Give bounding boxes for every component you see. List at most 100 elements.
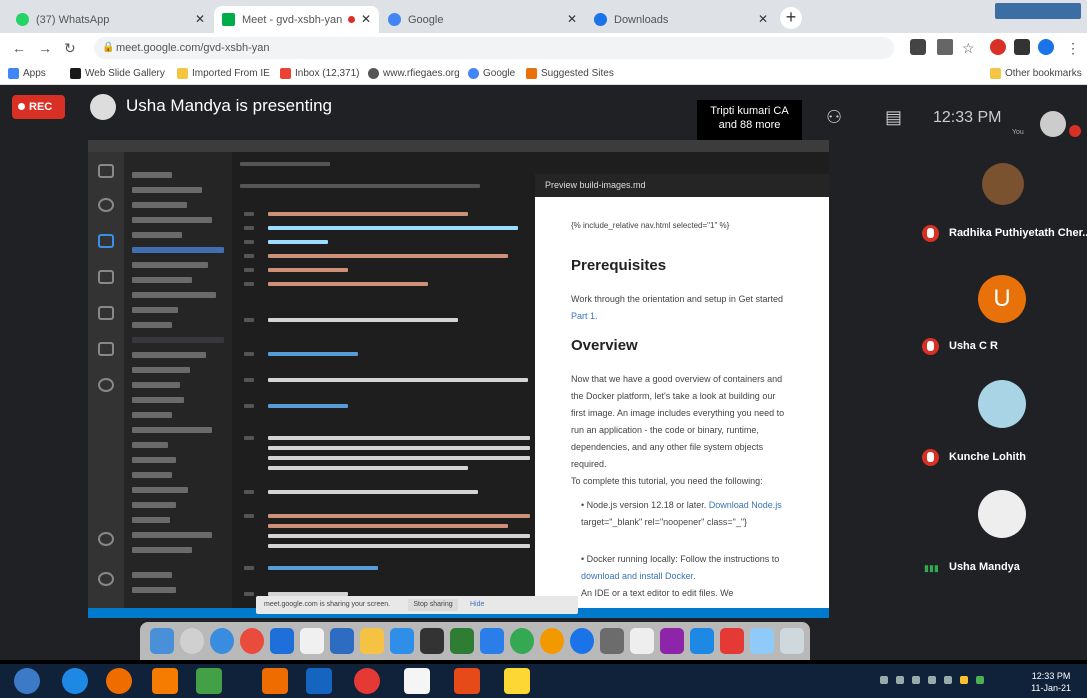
puzzle-icon[interactable] bbox=[1014, 39, 1030, 55]
presenting-title: Usha Mandya is presenting bbox=[126, 96, 333, 115]
lock-icon: 🔒 bbox=[102, 42, 115, 53]
clock-time: 12:33 PM bbox=[1031, 671, 1071, 681]
download-icon bbox=[594, 13, 607, 26]
explorer-line bbox=[132, 292, 216, 298]
mac-dock bbox=[140, 622, 810, 660]
bookmark-inbox[interactable]: Inbox (12,371) bbox=[280, 68, 360, 79]
close-icon[interactable]: ✕ bbox=[361, 12, 371, 26]
extension-icon[interactable] bbox=[990, 39, 1006, 55]
code-line bbox=[268, 212, 468, 216]
firefox-icon bbox=[540, 628, 564, 654]
explorer-line bbox=[132, 532, 212, 538]
forward-icon[interactable]: → bbox=[38, 40, 52, 56]
prerequisites-text: Work through the orientation and setup i… bbox=[571, 294, 783, 304]
code-line bbox=[268, 378, 528, 382]
chat-icon[interactable]: ▤ bbox=[885, 107, 902, 128]
reload-icon[interactable]: ↻ bbox=[64, 40, 76, 57]
gmail-icon bbox=[280, 68, 291, 79]
explorer-line bbox=[132, 442, 168, 448]
ie-icon[interactable] bbox=[62, 668, 88, 694]
excel-icon[interactable] bbox=[196, 668, 222, 694]
key-icon[interactable] bbox=[937, 39, 953, 55]
bookmark-label: www.rfiegaes.org bbox=[383, 68, 460, 79]
start-button[interactable] bbox=[14, 668, 40, 694]
bookmark-google[interactable]: Google bbox=[468, 68, 515, 79]
markdown-preview: {% include_relative nav.html selected="1… bbox=[535, 197, 829, 618]
download-node-link[interactable]: Download Node.js bbox=[709, 500, 782, 510]
participant-name: Usha Mandya bbox=[949, 561, 1020, 573]
explorer-line bbox=[132, 217, 212, 223]
tray-icon[interactable] bbox=[976, 676, 984, 684]
sharing-notification: meet.google.com is sharing your screen. … bbox=[256, 596, 578, 614]
camera-icon[interactable] bbox=[910, 39, 926, 55]
bookmark-web-slide[interactable]: Web Slide Gallery bbox=[70, 68, 165, 79]
bookmark-rfiegaes[interactable]: www.rfiegaes.org bbox=[368, 68, 460, 79]
firefox-icon[interactable] bbox=[106, 668, 132, 694]
install-docker-link[interactable]: download and install Docker. bbox=[581, 571, 696, 581]
raised-hand-note[interactable]: Tripti kumari CA and 88 more bbox=[697, 100, 802, 140]
tray-icon[interactable] bbox=[880, 676, 888, 684]
code-editor[interactable] bbox=[240, 152, 535, 608]
document-icon[interactable] bbox=[404, 668, 430, 694]
star-icon[interactable]: ☆ bbox=[962, 40, 975, 57]
tab-google[interactable]: Google ✕ bbox=[380, 6, 585, 33]
powerpoint-icon[interactable] bbox=[454, 668, 480, 694]
explorer-line bbox=[132, 457, 176, 463]
window-controls[interactable] bbox=[995, 3, 1081, 19]
close-icon[interactable]: ✕ bbox=[567, 12, 577, 26]
other-bookmarks[interactable]: Other bookmarks bbox=[990, 68, 1082, 79]
address-bar[interactable]: 🔒 meet.google.com/gvd-xsbh-yan bbox=[94, 37, 894, 59]
self-avatar bbox=[1040, 111, 1066, 137]
explorer-line bbox=[132, 247, 224, 253]
notes-icon bbox=[360, 628, 384, 654]
record-dot-icon bbox=[18, 103, 25, 110]
ide-line: An IDE or a text editor to edit files. W… bbox=[581, 588, 734, 598]
network-icon[interactable] bbox=[928, 676, 936, 684]
browser-tab-bar: (37) WhatsApp ✕ Meet - gvd-xsbh-yan ✕ Go… bbox=[0, 0, 1087, 33]
tab-whatsapp[interactable]: (37) WhatsApp ✕ bbox=[8, 6, 213, 33]
code-line bbox=[268, 282, 428, 286]
profile-avatar[interactable] bbox=[1038, 39, 1054, 55]
terminal-icon bbox=[420, 628, 444, 654]
battery-icon[interactable] bbox=[960, 676, 968, 684]
windows-taskbar: 12:33 PM 11-Jan-21 bbox=[0, 664, 1087, 698]
bookmark-apps[interactable]: Apps bbox=[8, 68, 46, 79]
participant-avatar bbox=[978, 490, 1026, 538]
docker-icon bbox=[570, 628, 594, 654]
new-tab-button[interactable]: + bbox=[780, 7, 802, 29]
word-icon[interactable] bbox=[306, 668, 332, 694]
volume-icon[interactable] bbox=[944, 676, 952, 684]
whatsapp-icon bbox=[16, 13, 29, 26]
tab-meet[interactable]: Meet - gvd-xsbh-yan ✕ bbox=[214, 6, 379, 33]
flag-icon[interactable] bbox=[912, 676, 920, 684]
close-icon[interactable]: ✕ bbox=[195, 12, 205, 26]
activity-bar bbox=[88, 152, 124, 608]
preview-tab[interactable]: Preview build-images.md bbox=[535, 174, 829, 197]
folder-icon[interactable] bbox=[504, 668, 530, 694]
tray-icon[interactable] bbox=[896, 676, 904, 684]
close-icon[interactable]: ✕ bbox=[758, 12, 768, 26]
code-line bbox=[268, 268, 348, 272]
code-line bbox=[268, 254, 508, 258]
bookmark-suggested[interactable]: Suggested Sites bbox=[526, 68, 614, 79]
mic-muted-icon[interactable] bbox=[1069, 125, 1081, 137]
line-number bbox=[244, 282, 254, 286]
taskbar-clock[interactable]: 12:33 PM 11-Jan-21 bbox=[1031, 670, 1071, 694]
code-line bbox=[268, 404, 348, 408]
back-icon[interactable]: ← bbox=[12, 40, 26, 56]
explorer-line bbox=[132, 262, 208, 268]
preferences-icon bbox=[600, 628, 624, 654]
tab-downloads[interactable]: Downloads ✕ bbox=[586, 6, 776, 33]
media-player-icon[interactable] bbox=[262, 668, 288, 694]
stop-sharing-button[interactable]: Stop sharing bbox=[408, 599, 458, 611]
people-icon[interactable]: ⚇ bbox=[826, 107, 842, 128]
menu-icon[interactable]: ⋮ bbox=[1066, 40, 1080, 57]
hide-button[interactable]: Hide bbox=[470, 596, 484, 614]
mail-icon bbox=[270, 628, 294, 654]
bookmark-imported[interactable]: Imported From IE bbox=[177, 68, 270, 79]
finder-icon bbox=[150, 628, 174, 654]
chrome-icon[interactable] bbox=[354, 668, 380, 694]
part1-link[interactable]: Part 1. bbox=[571, 311, 598, 321]
line-number bbox=[244, 254, 254, 258]
vlc-icon[interactable] bbox=[152, 668, 178, 694]
